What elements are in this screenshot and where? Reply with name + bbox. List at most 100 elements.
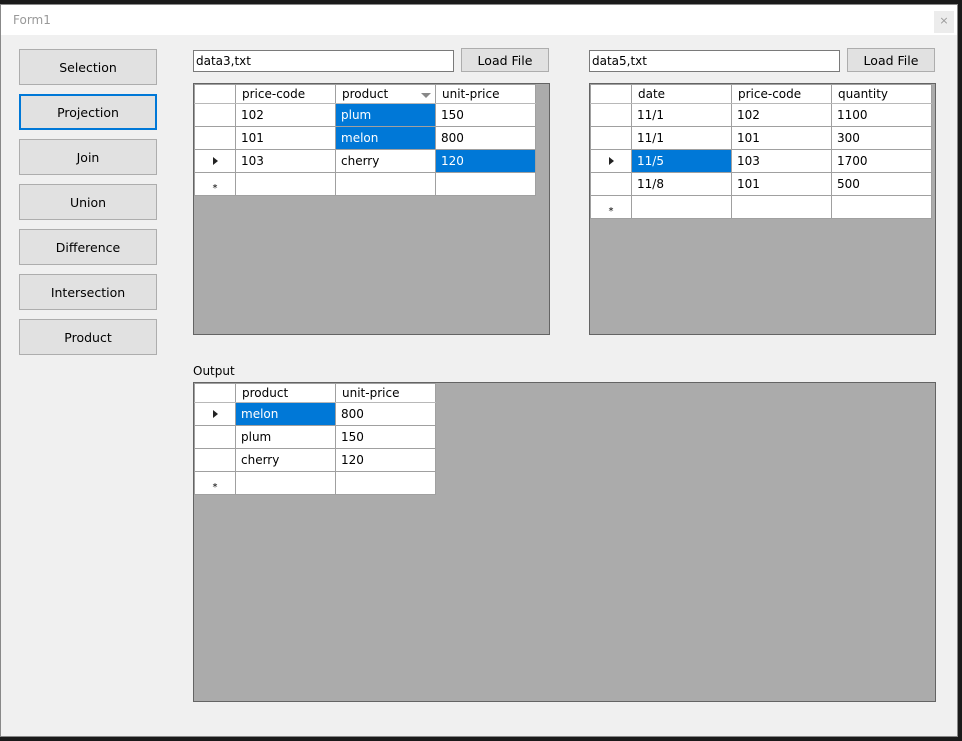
row-header[interactable]: * [194,172,236,196]
table-cell[interactable]: 300 [831,126,932,150]
table-cell[interactable] [731,195,832,219]
new-row[interactable]: * [590,195,932,219]
table-cell[interactable] [235,172,336,196]
table-cell[interactable] [631,195,732,219]
close-button[interactable]: × [934,11,954,33]
left-file-input[interactable] [193,50,454,72]
table-cell[interactable]: 102 [235,103,336,127]
row-header[interactable] [194,126,236,150]
header-row: product unit-price [194,383,436,403]
row-header[interactable] [590,103,632,127]
table-cell[interactable]: 150 [335,425,436,449]
grid-corner [194,383,236,403]
row-header[interactable] [590,172,632,196]
table-row[interactable]: 103 cherry 120 [194,149,536,173]
table-row[interactable]: 11/8 101 500 [590,172,932,196]
row-header[interactable] [194,402,236,426]
right-load-file-button[interactable]: Load File [847,48,935,72]
column-header-label: product [342,87,389,101]
column-header[interactable]: price-code [235,84,336,104]
table-cell[interactable] [435,172,536,196]
table-cell[interactable]: 103 [731,149,832,173]
table-row[interactable]: 11/5 103 1700 [590,149,932,173]
table-cell[interactable]: 500 [831,172,932,196]
table-row[interactable]: 101 melon 800 [194,126,536,150]
table-cell[interactable] [235,471,336,495]
union-button[interactable]: Union [19,184,157,220]
table-cell[interactable]: 102 [731,103,832,127]
table-cell[interactable] [831,195,932,219]
table-cell[interactable] [335,172,436,196]
table-row[interactable]: cherry 120 [194,448,436,472]
table-cell[interactable] [335,471,436,495]
grid-corner [194,84,236,104]
table-cell[interactable]: 150 [435,103,536,127]
current-row-icon [608,157,614,165]
row-header[interactable] [194,149,236,173]
table-cell[interactable]: 1100 [831,103,932,127]
column-header[interactable]: unit-price [435,84,536,104]
left-load-file-button[interactable]: Load File [461,48,549,72]
new-row-icon: * [212,482,218,493]
header-row: price-code product unit-price [194,84,536,104]
table-row[interactable]: 11/1 101 300 [590,126,932,150]
column-header[interactable]: product [235,383,336,403]
product-button[interactable]: Product [19,319,157,355]
current-row-icon [212,157,218,165]
left-data-grid[interactable]: price-code product unit-price 102 plum 1… [193,83,550,335]
join-button[interactable]: Join [19,139,157,175]
table-cell[interactable]: 800 [335,402,436,426]
table-cell[interactable]: 11/1 [631,103,732,127]
output-data-grid[interactable]: product unit-price melon 800 plum 150 ch… [193,382,936,702]
table-row[interactable]: 102 plum 150 [194,103,536,127]
selection-button[interactable]: Selection [19,49,157,85]
new-row[interactable]: * [194,471,436,495]
projection-button[interactable]: Projection [19,94,157,130]
current-row-icon [212,410,218,418]
new-row-icon: * [608,206,614,217]
table-cell[interactable]: 1700 [831,149,932,173]
table-cell[interactable]: 11/1 [631,126,732,150]
table-cell[interactable]: plum [235,425,336,449]
table-cell-selected[interactable]: melon [335,126,436,150]
table-cell[interactable]: 120 [335,448,436,472]
column-header[interactable]: price-code [731,84,832,104]
table-row[interactable]: plum 150 [194,425,436,449]
row-header[interactable] [194,448,236,472]
header-row: date price-code quantity [590,84,932,104]
table-cell[interactable]: cherry [235,448,336,472]
row-header[interactable] [194,425,236,449]
column-header[interactable]: date [631,84,732,104]
table-cell[interactable]: 101 [235,126,336,150]
table-cell[interactable]: 11/8 [631,172,732,196]
row-header[interactable]: * [590,195,632,219]
row-header[interactable]: * [194,471,236,495]
column-header[interactable]: unit-price [335,383,436,403]
right-file-input[interactable] [589,50,840,72]
table-cell-selected[interactable]: 120 [435,149,536,173]
table-row[interactable]: melon 800 [194,402,436,426]
column-header-product[interactable]: product [335,84,436,104]
row-header[interactable] [590,149,632,173]
row-header[interactable] [194,103,236,127]
right-data-grid[interactable]: date price-code quantity 11/1 102 1100 1… [589,83,936,335]
intersection-button[interactable]: Intersection [19,274,157,310]
output-label: Output [193,364,235,378]
table-row[interactable]: 11/1 102 1100 [590,103,932,127]
table-cell-selected[interactable]: plum [335,103,436,127]
table-cell[interactable]: 101 [731,172,832,196]
title-bar: Form1 × [1,5,957,35]
table-cell-selected[interactable]: melon [235,402,336,426]
table-cell[interactable]: 101 [731,126,832,150]
table-cell[interactable]: 800 [435,126,536,150]
main-window: Form1 × Selection Projection Join Union … [0,4,958,737]
table-cell[interactable]: cherry [335,149,436,173]
table-cell[interactable]: 103 [235,149,336,173]
table-cell-selected[interactable]: 11/5 [631,149,732,173]
column-header[interactable]: quantity [831,84,932,104]
row-header[interactable] [590,126,632,150]
difference-button[interactable]: Difference [19,229,157,265]
new-row-icon: * [212,183,218,194]
sort-descending-icon [421,93,431,98]
new-row[interactable]: * [194,172,536,196]
